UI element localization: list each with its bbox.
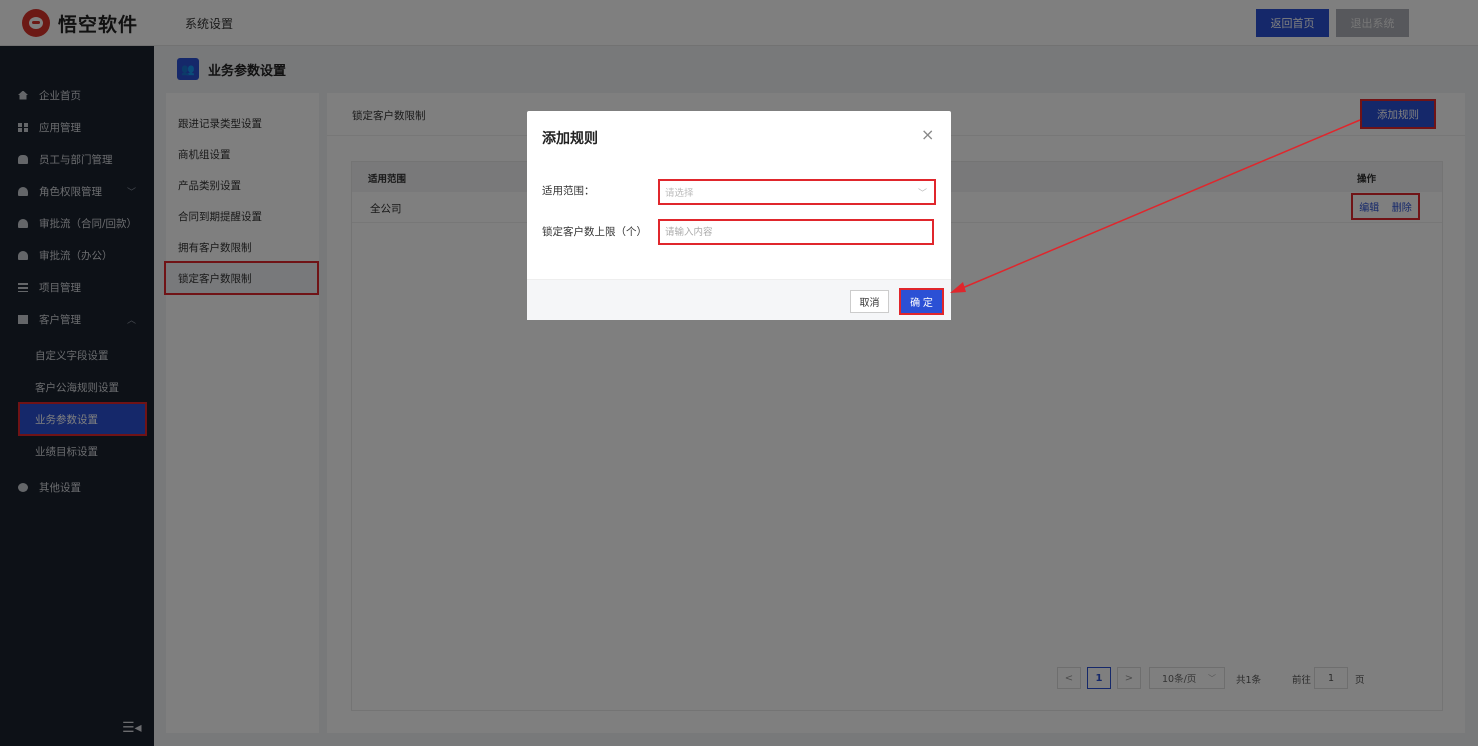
scope-label: 适用范围： [542, 185, 595, 197]
limit-input[interactable] [658, 219, 934, 245]
scope-select[interactable]: 请选择 ﹀ [658, 179, 936, 205]
limit-label: 锁定客户数上限（个） [542, 226, 647, 238]
dialog-title: 添加规则 [542, 131, 598, 147]
dialog-footer: 取消 确 定 [527, 279, 951, 320]
close-icon[interactable]: × [921, 125, 934, 144]
chevron-down-icon: ﹀ [918, 188, 928, 199]
scope-select-placeholder: 请选择 [665, 188, 694, 199]
confirm-button[interactable]: 确 定 [899, 288, 944, 315]
cancel-button[interactable]: 取消 [850, 290, 889, 313]
add-rule-dialog: 添加规则 × 适用范围： 请选择 ﹀ 锁定客户数上限（个） 取消 确 定 [527, 111, 951, 320]
